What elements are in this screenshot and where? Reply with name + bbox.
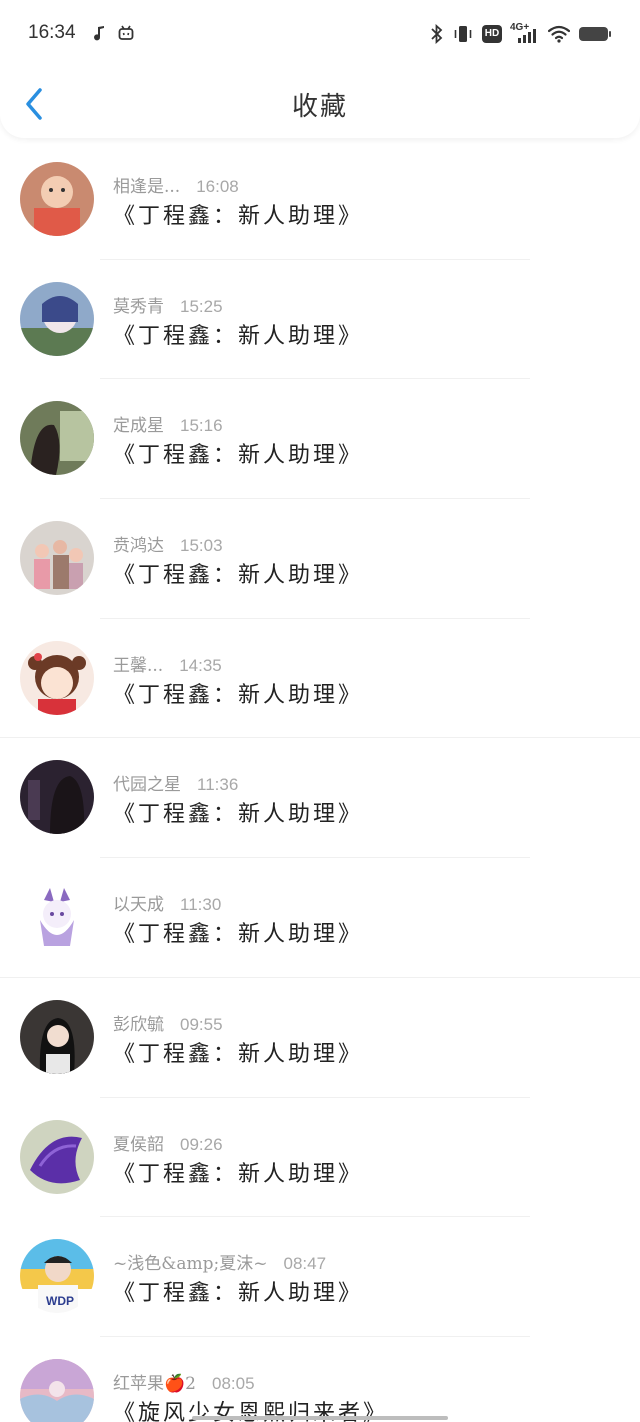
list-item[interactable]: 贲鸿达 15:03 《丁程鑫：新人助理》 <box>0 499 640 619</box>
list-item[interactable]: 莫秀青 15:25 《丁程鑫：新人助理》 <box>0 260 640 380</box>
hd-icon: HD <box>482 25 502 43</box>
page-title: 收藏 <box>291 92 348 122</box>
item-meta: 代园之星 11:36 <box>113 770 238 795</box>
favorite-title: 《丁程鑫：新人助理》 <box>113 204 364 229</box>
vibrate-icon <box>454 26 472 42</box>
favorite-title: 《丁程鑫：新人助理》 <box>113 802 364 828</box>
item-time: 11:30 <box>180 895 222 915</box>
user-name: 王馨... <box>113 655 164 676</box>
item-time: 15:03 <box>180 536 223 556</box>
list-item[interactable]: WDP ~浅色&amp;夏沫~ 08:47 《丁程鑫：新人助理》 <box>0 1217 640 1337</box>
avatar[interactable] <box>20 401 94 476</box>
item-meta: 定成星 15:16 <box>113 411 223 436</box>
favorite-title: 《丁程鑫：新人助理》 <box>113 1161 364 1187</box>
bilibili-tv-icon <box>118 25 134 40</box>
avatar[interactable] <box>20 162 94 236</box>
favorite-title: 《丁程鑫：新人助理》 <box>113 1281 364 1307</box>
svg-text:WDP: WDP <box>46 1294 74 1308</box>
user-name: 以天成 <box>113 895 164 916</box>
user-name: 莫秀青 <box>113 296 164 317</box>
hd-label: HD <box>484 28 500 39</box>
user-name: 代园之星 <box>113 775 181 796</box>
bluetooth-icon <box>431 24 443 44</box>
wifi-icon <box>548 25 570 43</box>
user-name: ~浅色&amp;夏沫~ <box>113 1254 268 1275</box>
avatar[interactable] <box>20 640 94 715</box>
item-meta: 莫秀青 15:25 <box>113 292 223 317</box>
avatar[interactable] <box>20 999 94 1074</box>
favorite-title: 《丁程鑫：新人助理》 <box>113 682 364 708</box>
list-item[interactable]: 定成星 15:16 《丁程鑫：新人助理》 <box>0 379 640 500</box>
music-note-icon <box>94 26 104 41</box>
item-meta: 王馨... 14:35 <box>113 651 222 676</box>
favorite-title: 《丁程鑫：新人助理》 <box>113 443 364 469</box>
user-name: 贲鸿达 <box>113 536 164 557</box>
signal-4g-icon: 4G+ <box>510 22 540 44</box>
avatar[interactable] <box>20 521 94 596</box>
avatar[interactable] <box>20 281 94 356</box>
item-time: 15:25 <box>180 296 223 316</box>
avatar[interactable] <box>20 1119 94 1194</box>
item-meta: 贲鸿达 15:03 <box>113 531 223 556</box>
user-name: 定成星 <box>113 416 164 437</box>
avatar[interactable] <box>20 1358 94 1422</box>
item-meta: 相逢是... 16:08 <box>113 172 239 197</box>
item-time: 09:55 <box>180 1014 223 1034</box>
user-name: 彭欣毓 <box>113 1014 164 1035</box>
item-time: 08:47 <box>283 1254 327 1274</box>
favorite-title: 《丁程鑫：新人助理》 <box>113 323 364 349</box>
list-item[interactable]: 王馨... 14:35 《丁程鑫：新人助理》 <box>0 619 640 739</box>
item-meta: 彭欣毓 09:55 <box>113 1010 223 1035</box>
favorite-title: 《丁程鑫：新人助理》 <box>113 563 364 589</box>
status-time: 16:34 <box>28 22 76 43</box>
item-meta: ~浅色&amp;夏沫~ 08:47 <box>113 1249 326 1274</box>
favorites-list: 相逢是... 16:08 《丁程鑫：新人助理》 莫秀青 15:25 《丁程鑫：新人助理》定… <box>0 140 640 1422</box>
list-item[interactable]: 彭欣毓 09:55 《丁程鑫：新人助理》 <box>0 978 640 1098</box>
avatar[interactable]: WDP <box>20 1239 94 1314</box>
battery-icon <box>579 27 611 41</box>
favorite-title: 《丁程鑫：新人助理》 <box>113 1041 364 1067</box>
list-item[interactable]: 代园之星 11:36 《丁程鑫：新人助理》 <box>0 738 640 859</box>
user-name: 红苹果🍎2 <box>113 1373 196 1394</box>
favorite-title: 《丁程鑫：新人助理》 <box>113 922 364 948</box>
item-time: 09:26 <box>180 1134 223 1154</box>
home-indicator[interactable] <box>192 1416 448 1420</box>
user-name: 夏侯韶 <box>113 1134 164 1155</box>
avatar[interactable] <box>20 880 94 955</box>
list-item[interactable]: 以天成 11:30 《丁程鑫：新人助理》 <box>0 858 640 978</box>
item-time: 14:35 <box>179 655 222 675</box>
list-item[interactable]: 相逢是... 16:08 《丁程鑫：新人助理》 <box>0 140 640 260</box>
avatar[interactable] <box>20 760 94 835</box>
list-item[interactable]: 夏侯韶 09:26 《丁程鑫：新人助理》 <box>0 1098 640 1218</box>
item-time: 16:08 <box>196 177 239 196</box>
item-time: 08:05 <box>211 1373 255 1393</box>
item-meta: 夏侯韶 09:26 <box>113 1130 223 1155</box>
status-bar: 16:34 HD 4G+ <box>0 0 640 66</box>
item-time: 15:16 <box>180 416 223 436</box>
item-meta: 红苹果🍎2 08:05 <box>113 1369 255 1394</box>
item-time: 11:36 <box>197 775 239 795</box>
item-meta: 以天成 11:30 <box>113 890 221 915</box>
user-name: 相逢是... <box>113 177 181 197</box>
list-item[interactable]: 红苹果🍎2 08:05 《旋风少女恩熙归来者》 <box>0 1337 640 1422</box>
